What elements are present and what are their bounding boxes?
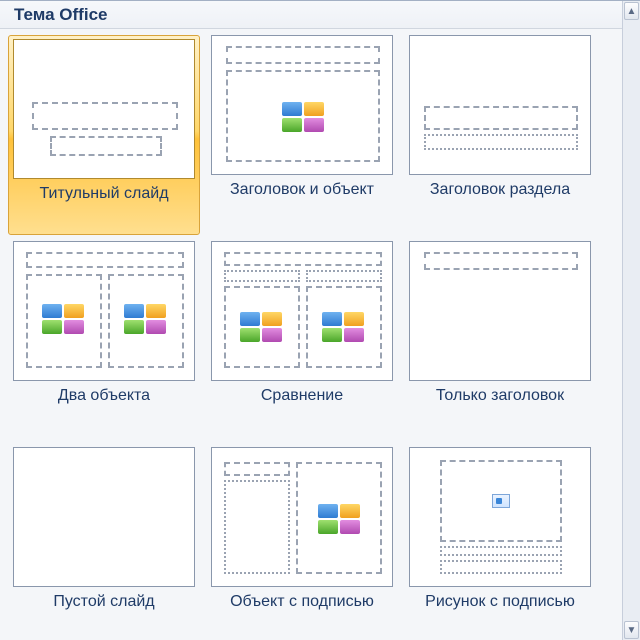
layout-caption: Пустой слайд <box>53 593 154 611</box>
layout-blank[interactable]: Пустой слайд <box>8 447 200 640</box>
layout-thumbnail <box>211 241 393 381</box>
layout-caption: Сравнение <box>261 387 343 405</box>
layout-caption: Два объекта <box>58 387 150 405</box>
layout-caption: Заголовок и объект <box>230 181 374 199</box>
picture-placeholder-icon <box>492 494 510 508</box>
content-placeholder-icon <box>124 304 166 334</box>
chevron-down-icon: ▼ <box>627 625 637 636</box>
chevron-up-icon: ▲ <box>627 6 637 17</box>
scroll-down-button[interactable]: ▼ <box>624 621 639 639</box>
scrollbar[interactable]: ▲ ▼ <box>622 1 640 640</box>
layout-title-and-content[interactable]: Заголовок и объект <box>206 35 398 235</box>
layout-comparison[interactable]: Сравнение <box>206 241 398 441</box>
layout-title-only[interactable]: Только заголовок <box>404 241 596 441</box>
content-placeholder-icon <box>42 304 84 334</box>
gallery-section-header: Тема Office <box>0 1 640 29</box>
layout-two-content[interactable]: Два объекта <box>8 241 200 441</box>
content-placeholder-icon <box>318 504 360 534</box>
layout-thumbnail <box>13 447 195 587</box>
layout-picture-with-caption[interactable]: Рисунок с подписью <box>404 447 596 640</box>
layout-thumbnail <box>211 447 393 587</box>
layout-thumbnail <box>13 241 195 381</box>
layout-thumbnail <box>211 35 393 175</box>
layout-title-slide[interactable]: Титульный слайд <box>8 35 200 235</box>
layout-caption: Титульный слайд <box>39 185 168 203</box>
layout-thumbnail <box>409 447 591 587</box>
content-placeholder-icon <box>282 102 324 132</box>
layout-caption: Только заголовок <box>436 387 564 405</box>
layout-thumbnail <box>13 39 195 179</box>
slide-layout-gallery-panel: Тема Office ▲ ▼ Титульный слайд <box>0 0 640 640</box>
layout-caption: Рисунок с подписью <box>425 593 575 611</box>
content-placeholder-icon <box>240 312 282 342</box>
layout-thumbnail <box>409 35 591 175</box>
content-placeholder-icon <box>322 312 364 342</box>
layout-thumbnail <box>409 241 591 381</box>
scroll-up-button[interactable]: ▲ <box>624 2 639 20</box>
layout-section-header[interactable]: Заголовок раздела <box>404 35 596 235</box>
layout-content-with-caption[interactable]: Объект с подписью <box>206 447 398 640</box>
layout-gallery: Титульный слайд Заголовок и объект Загол… <box>8 31 618 640</box>
layout-caption: Заголовок раздела <box>430 181 570 199</box>
layout-caption: Объект с подписью <box>230 593 374 611</box>
gallery-section-title: Тема Office <box>14 5 107 24</box>
